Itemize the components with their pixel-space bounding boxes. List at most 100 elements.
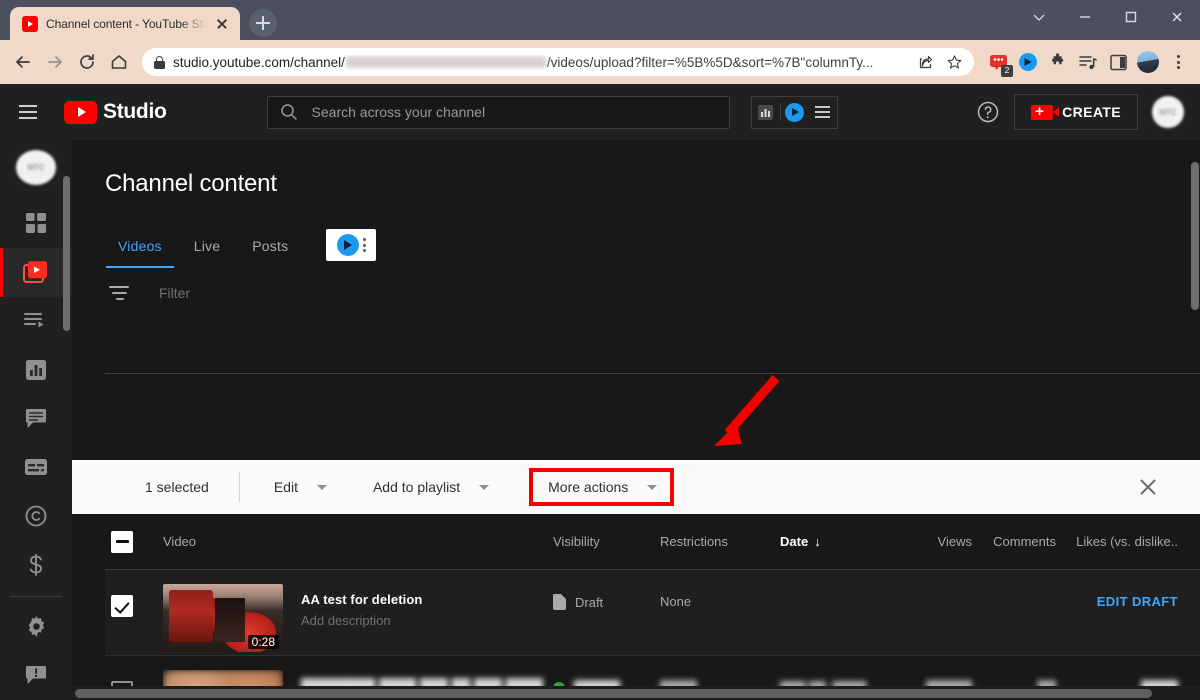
studio-brand[interactable]: Studio — [64, 100, 167, 124]
tab-posts[interactable]: Posts — [236, 238, 304, 268]
youtube-logo-icon — [64, 100, 97, 124]
home-icon[interactable] — [104, 47, 134, 77]
copyright-icon — [25, 505, 47, 527]
new-tab-button[interactable] — [249, 9, 277, 37]
extension-menu-icon[interactable] — [809, 97, 837, 128]
more-actions-dropdown[interactable]: More actions — [529, 468, 675, 506]
visibility-label: Draft — [575, 594, 604, 610]
share-icon[interactable] — [916, 52, 936, 72]
video-description[interactable]: Add description — [301, 613, 545, 628]
sidebar-item-analytics[interactable] — [0, 345, 72, 394]
forward-arrow-icon[interactable] — [40, 47, 70, 77]
video-title[interactable]: AA test for deletion — [301, 592, 545, 607]
side-panel-icon[interactable] — [1104, 48, 1132, 76]
sidebar-item-comments[interactable] — [0, 394, 72, 443]
row-likes: EDIT DRAFT — [1056, 584, 1200, 609]
create-button-label: CREATE — [1062, 104, 1121, 120]
close-selection-icon[interactable] — [1136, 475, 1160, 499]
minimize-icon[interactable] — [1062, 2, 1108, 32]
header-restrictions[interactable]: Restrictions — [660, 534, 780, 549]
filter-icon[interactable] — [109, 285, 131, 301]
search-input[interactable]: Search across your channel — [266, 95, 730, 129]
star-icon[interactable] — [944, 52, 964, 72]
tab-live[interactable]: Live — [178, 238, 236, 268]
blue-play-extension-widget[interactable] — [326, 229, 377, 261]
browser-menu-icon[interactable] — [1164, 48, 1192, 76]
tab-videos[interactable]: Videos — [102, 238, 178, 268]
edit-dropdown[interactable]: Edit — [262, 470, 339, 504]
url-redacted-channel-id — [345, 56, 546, 68]
header-likes[interactable]: Likes (vs. dislike.. — [1056, 534, 1200, 549]
annotation-red-arrow — [714, 375, 780, 446]
add-to-playlist-dropdown[interactable]: Add to playlist — [361, 470, 501, 504]
youtube-favicon — [22, 15, 38, 32]
create-button[interactable]: CREATE — [1014, 94, 1138, 130]
header-visibility[interactable]: Visibility — [545, 534, 660, 549]
browser-tab[interactable]: Channel content - YouTube Studi — [10, 7, 240, 40]
lock-icon — [154, 55, 165, 69]
sidebar-item-copyright[interactable] — [0, 492, 72, 541]
address-bar[interactable]: studio.youtube.com/channel/ /videos/uplo… — [142, 48, 974, 76]
filter-bar[interactable]: Filter — [105, 268, 1200, 318]
blue-play-icon — [336, 234, 359, 256]
page-title: Channel content — [105, 170, 277, 197]
selected-count-label: 1 selected — [145, 479, 209, 495]
sidebar-item-settings[interactable] — [0, 602, 72, 651]
adblock-extension[interactable]: 2 — [984, 48, 1013, 77]
header-video[interactable]: Video — [163, 534, 545, 549]
studio-brand-label: Studio — [103, 100, 167, 123]
extension-icons: 2 — [982, 48, 1192, 77]
edit-label: Edit — [273, 479, 298, 495]
url-suffix: /videos/upload?filter=%5B%5D&sort=%7B"co… — [546, 54, 874, 70]
row-comments — [972, 584, 1056, 594]
puzzle-extensions-icon[interactable] — [1044, 48, 1072, 76]
sidebar-item-dashboard[interactable] — [0, 199, 72, 248]
extension-kebab-icon[interactable] — [362, 238, 366, 252]
sidebar-item-feedback[interactable] — [0, 651, 72, 700]
sidebar-item-subtitles[interactable] — [0, 443, 72, 492]
browser-toolbar: studio.youtube.com/channel/ /videos/uplo… — [0, 40, 1200, 84]
content-tabs: Videos Live Posts — [105, 224, 1200, 268]
tab-live-label: Live — [193, 238, 221, 254]
sidebar-scrollbar[interactable] — [63, 176, 70, 331]
videos-table: Video Visibility Restrictions Date ↓ Vie… — [105, 514, 1200, 700]
chevron-down-icon — [316, 484, 327, 490]
header-views[interactable]: Views — [880, 534, 972, 549]
window-controls — [1016, 0, 1200, 40]
extension-blue-play-icon[interactable] — [781, 97, 809, 128]
cars-truck-thumbnail[interactable]: 0:28 — [163, 584, 283, 652]
header-date[interactable]: Date ↓ — [780, 534, 880, 549]
hamburger-menu-icon[interactable] — [0, 84, 56, 140]
header-extension-widget[interactable] — [750, 95, 838, 129]
row-checkbox[interactable] — [105, 584, 163, 617]
header-comments[interactable]: Comments — [972, 534, 1056, 549]
browser-window: Channel content - YouTube Studi studio.y… — [0, 0, 1200, 700]
horizontal-scrollbar[interactable] — [72, 686, 1200, 700]
tabs-underline — [105, 373, 1200, 374]
table-row[interactable]: 0:28 AA test for deletion Add descriptio… — [105, 570, 1200, 656]
close-window-icon[interactable] — [1154, 2, 1200, 32]
sidebar-item-earn[interactable] — [0, 541, 72, 590]
blue-play-extension[interactable] — [1014, 48, 1042, 76]
close-tab-icon[interactable] — [214, 16, 230, 32]
help-icon[interactable] — [976, 100, 1000, 124]
reload-icon[interactable] — [72, 47, 102, 77]
chevron-down-icon[interactable] — [1016, 2, 1062, 32]
tab-strip: Channel content - YouTube Studi — [0, 0, 1016, 40]
select-all-checkbox[interactable] — [105, 530, 163, 553]
playlist-queue-icon[interactable] — [1074, 48, 1102, 76]
action-bar-divider — [238, 472, 240, 502]
sidebar-item-playlists[interactable] — [0, 297, 72, 346]
content-scrollbar[interactable] — [1191, 140, 1199, 700]
studio-sidebar: MTC — [0, 140, 72, 700]
browser-profile-avatar[interactable] — [1134, 48, 1162, 76]
edit-draft-link[interactable]: EDIT DRAFT — [1097, 594, 1178, 609]
tab-videos-label: Videos — [118, 238, 162, 254]
sidebar-item-content[interactable] — [0, 247, 72, 297]
maximize-icon[interactable] — [1108, 2, 1154, 32]
extension-stats-icon[interactable] — [752, 97, 780, 128]
back-arrow-icon[interactable] — [8, 47, 38, 77]
channel-avatar[interactable]: MTC — [1152, 96, 1184, 128]
sidebar-avatar[interactable]: MTC — [16, 150, 56, 185]
url-text: studio.youtube.com/channel/ /videos/uplo… — [173, 55, 908, 70]
